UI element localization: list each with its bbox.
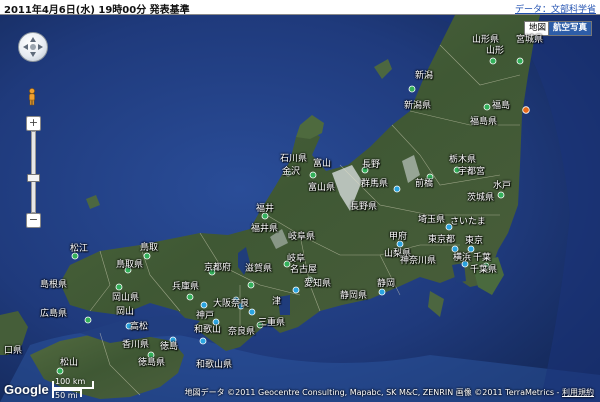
label-toyama-pref: 富山県 — [308, 183, 336, 193]
zoom-slider-track[interactable] — [31, 131, 36, 213]
label-fukui-city: 福井 — [256, 204, 275, 214]
label-nagano-pref: 長野県 — [350, 202, 378, 212]
label-shimane-pref: 島根県 — [40, 280, 68, 290]
label-utsunomiya: 宇都宮 — [458, 167, 486, 177]
label-tsu: 津 — [272, 297, 282, 307]
label-chiba-pref: 千葉県 — [470, 265, 498, 275]
label-nara-pref: 奈良県 — [228, 327, 256, 337]
label-fukui-pref: 福井県 — [251, 224, 279, 234]
satellite-map[interactable]: 地図 航空写真 + − 山形県 宮城県 山形 新潟 新潟県 福島 福島県 石川県… — [0, 15, 600, 402]
label-okayama-city: 岡山 — [116, 307, 135, 317]
pan-control[interactable] — [18, 32, 48, 62]
label-osaka: 大阪 — [213, 299, 232, 309]
label-aichi-pref: 愛知県 — [304, 279, 332, 289]
label-miyagi-pref: 宮城県 — [516, 35, 544, 45]
label-shiga-pref: 滋賀県 — [245, 264, 273, 274]
label-yamagata-pref: 山形県 — [472, 35, 500, 45]
scale-km-label: 100 km — [55, 377, 86, 386]
label-kyoto-pref: 京都府 — [204, 263, 232, 273]
label-fukushima-city: 福島 — [492, 101, 511, 111]
label-tokyo-city: 東京 — [465, 236, 484, 246]
data-source-link[interactable]: データ：文部科学省 — [515, 2, 596, 15]
label-toyama-city: 富山 — [313, 159, 332, 169]
pan-arrows-icon — [23, 37, 43, 57]
scale-tick — [92, 381, 94, 389]
map-imagery — [0, 15, 600, 402]
label-kobe: 神戸 — [196, 311, 215, 321]
label-okayama-pref: 岡山県 — [112, 293, 140, 303]
label-kanazawa: 金沢 — [282, 167, 301, 177]
zoom-in-button[interactable]: + — [26, 116, 41, 131]
label-tokushima-city: 徳島 — [160, 342, 179, 352]
zoom-slider-thumb[interactable] — [27, 174, 40, 182]
label-saitama-city: さいたま — [450, 217, 486, 227]
label-matsue: 松江 — [70, 244, 89, 254]
label-kagawa-pref: 香川県 — [122, 340, 150, 350]
label-nagoya: 名古屋 — [290, 265, 318, 275]
label-saitama-pref: 埼玉県 — [418, 215, 446, 225]
label-fukushima-pref: 福島県 — [470, 117, 498, 127]
label-tochigi-pref: 栃木県 — [449, 155, 477, 165]
label-tokyo-pref: 東京都 — [428, 235, 456, 245]
label-mito: 水戸 — [493, 181, 512, 191]
label-yokohama: 横浜 — [453, 253, 472, 263]
label-yamagata-city: 山形 — [486, 46, 505, 56]
map-type-satellite-button[interactable]: 航空写真 — [548, 21, 593, 36]
map-attribution: 地図データ ©2011 Geocentre Consulting, Mapabc… — [185, 387, 594, 398]
map-type-map-button[interactable]: 地図 — [524, 21, 552, 36]
label-shizuoka-pref: 静岡県 — [340, 291, 368, 301]
label-tottori-city: 鳥取 — [140, 243, 159, 253]
label-gunma-pref: 群馬県 — [361, 179, 389, 189]
label-hyogo-pref: 兵庫県 — [172, 282, 200, 292]
label-tottori-pref: 鳥取県 — [116, 260, 144, 270]
label-mie-pref: 三重県 — [258, 318, 286, 328]
google-logo[interactable]: Google — [4, 382, 49, 397]
label-wakayama-pref: 和歌山県 — [196, 360, 233, 370]
label-niigata-pref: 新潟県 — [404, 101, 432, 111]
label-nara-city: 奈良 — [231, 299, 250, 309]
terms-of-use-link[interactable]: 利用規約 — [562, 388, 594, 397]
label-kofu: 甲府 — [389, 232, 408, 242]
label-wakayama-city: 和歌山 — [194, 325, 222, 335]
label-niigata-city: 新潟 — [415, 71, 434, 81]
zoom-out-button[interactable]: − — [26, 213, 41, 228]
label-tokushima-pref: 徳島県 — [138, 358, 166, 368]
scale-bar: 100 km 50 mi — [52, 377, 102, 401]
label-gifu-pref: 岐阜県 — [288, 232, 316, 242]
label-shizuoka-city: 静岡 — [377, 279, 396, 289]
label-ibaraki-pref: 茨城県 — [467, 193, 495, 203]
label-maebashi: 前橋 — [415, 179, 434, 189]
label-chiba-city: 千葉 — [473, 253, 492, 263]
label-takamatsu: 高松 — [130, 322, 149, 332]
street-view-pegman-icon[interactable] — [27, 88, 37, 106]
label-yamaguchi-pref: 口県 — [4, 346, 23, 356]
label-nagano-city: 長野 — [362, 160, 381, 170]
label-matsuyama: 松山 — [60, 358, 79, 368]
label-gifu-city: 岐阜 — [287, 254, 306, 264]
label-kanagawa-pref: 神奈川県 — [400, 256, 437, 266]
attribution-text: 地図データ ©2011 Geocentre Consulting, Mapabc… — [184, 388, 560, 397]
scale-mi-label: 50 mi — [55, 391, 78, 400]
label-ishikawa-pref: 石川県 — [280, 154, 308, 164]
header-bar: 2011年4月6日(水) 19時00分 発表基準 データ：文部科学省 — [0, 0, 600, 16]
label-hiroshima-pref: 広島県 — [40, 309, 68, 319]
page-title: 2011年4月6日(水) 19時00分 発表基準 — [4, 5, 190, 16]
